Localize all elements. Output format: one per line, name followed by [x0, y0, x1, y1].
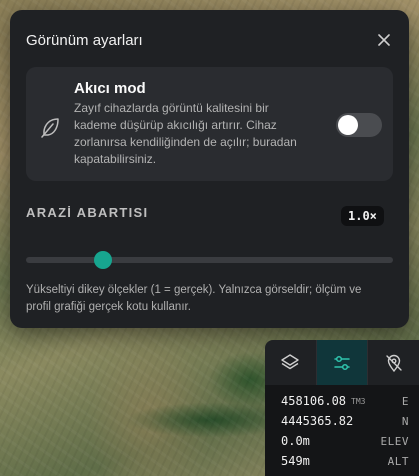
fluid-mode-card: Akıcı mod Zayıf cihazlarda görüntü kalit…	[26, 67, 393, 181]
tool-tabs	[265, 340, 419, 385]
toggle-knob	[338, 115, 358, 135]
elevation-key: ELEV	[380, 434, 409, 448]
tab-layers[interactable]	[265, 340, 317, 385]
terrain-help-text: Yükseltiyi dikey ölçekler (1 = gerçek). …	[26, 284, 362, 313]
fluid-mode-description: Zayıf cihazlarda görüntü kalitesini bir …	[74, 101, 297, 166]
altitude-row: 549m ALT	[281, 452, 409, 470]
northing-value: 4445365.82	[281, 414, 354, 428]
view-settings-panel: Görünüm ayarları Akıcı mod Zayıf cihazla…	[10, 10, 409, 328]
elevation-row: 0.0m ELEV	[281, 432, 409, 450]
sliders-icon	[334, 355, 350, 370]
close-button[interactable]	[373, 29, 395, 51]
projection-unit: TM3	[351, 396, 366, 406]
panel-header: Görünüm ayarları	[26, 28, 395, 52]
easting-key: E	[401, 394, 409, 408]
location-off-icon	[385, 354, 402, 372]
northing-row: 4445365.82 N	[281, 412, 409, 430]
fluid-mode-toggle[interactable]	[336, 113, 382, 137]
tab-view-settings[interactable]	[316, 340, 369, 385]
terrain-exaggeration-slider[interactable]	[26, 251, 393, 269]
layers-icon	[281, 353, 300, 369]
slider-track[interactable]	[26, 257, 393, 263]
coordinate-readout: 458106.08 TM3 E 4445365.82 N 0.0m ELEV 5…	[265, 385, 419, 476]
tab-location-off[interactable]	[368, 340, 419, 385]
map-tools-panel: 458106.08 TM3 E 4445365.82 N 0.0m ELEV 5…	[265, 340, 419, 476]
elevation-value: 0.0m	[281, 434, 310, 448]
panel-title: Görünüm ayarları	[26, 31, 143, 49]
close-icon	[378, 34, 390, 46]
terrain-exaggeration-label: ARAZİ ABARTISI	[26, 205, 149, 220]
altitude-key: ALT	[387, 454, 409, 468]
fluid-mode-title: Akıcı mod	[74, 80, 146, 97]
feather-icon	[41, 118, 59, 138]
easting-row: 458106.08 TM3 E	[281, 392, 409, 410]
northing-key: N	[401, 414, 409, 428]
easting-value: 458106.08	[281, 394, 347, 408]
altitude-value: 549m	[281, 454, 310, 468]
terrain-value-badge: 1.0×	[341, 206, 384, 226]
slider-thumb[interactable]	[94, 251, 113, 269]
